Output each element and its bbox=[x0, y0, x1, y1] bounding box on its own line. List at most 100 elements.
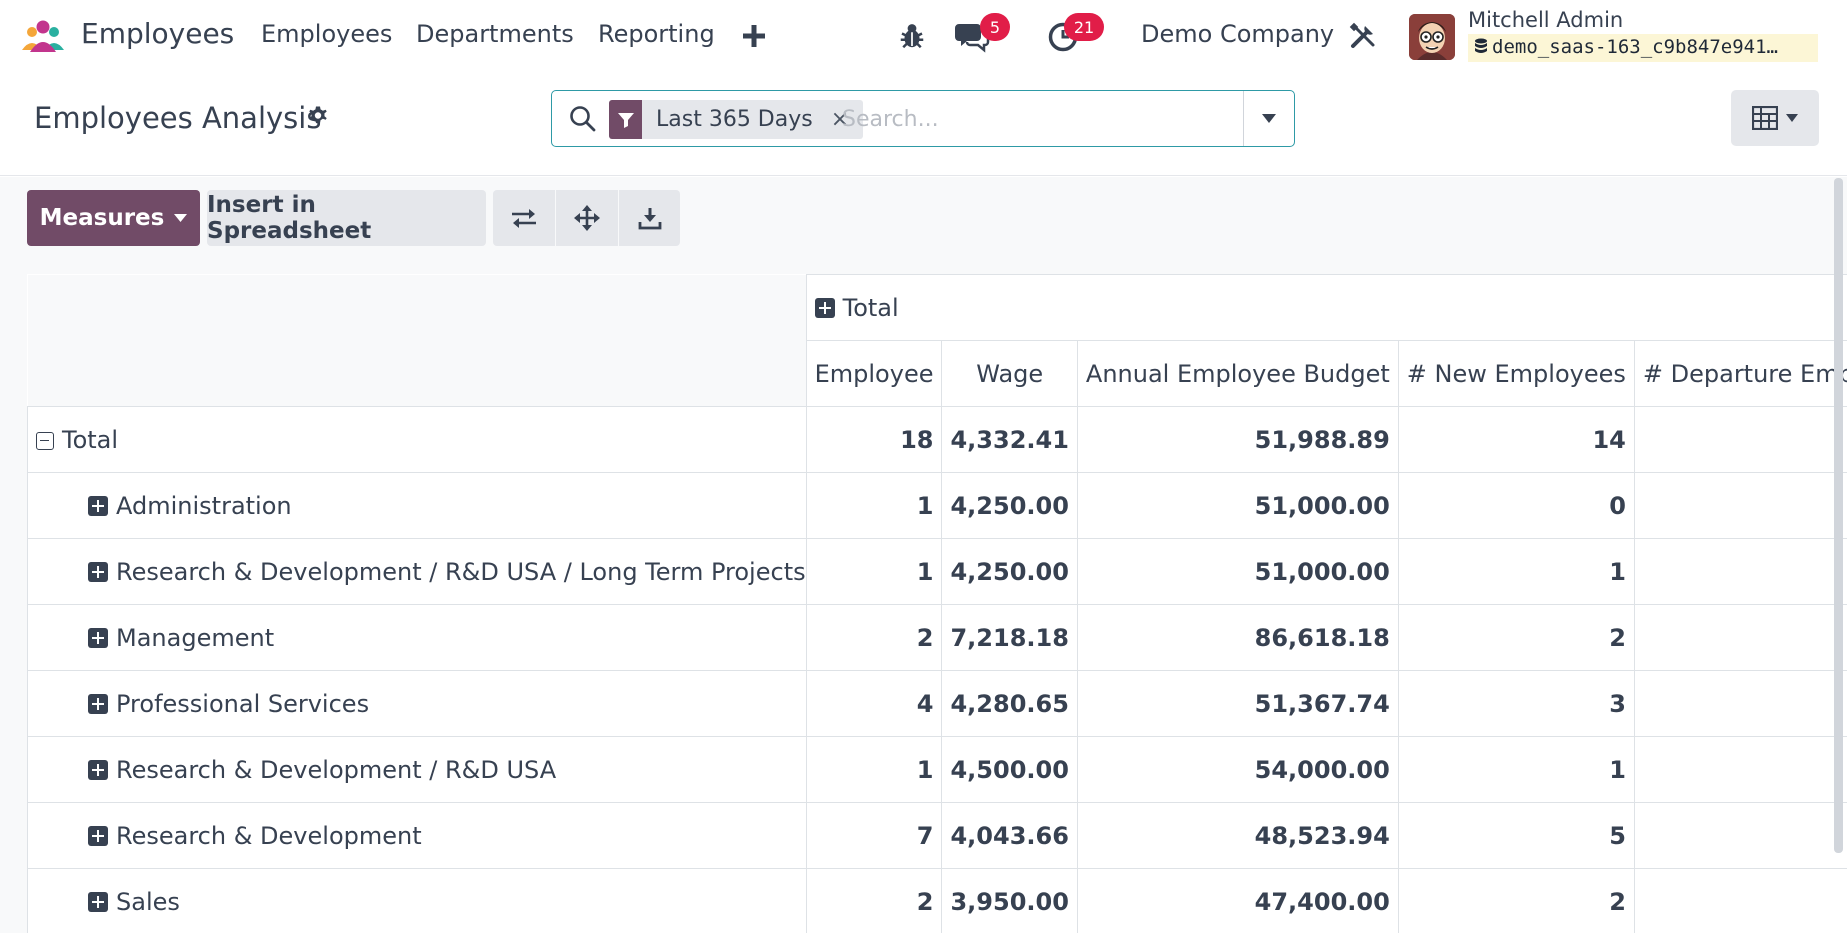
menu-departments[interactable]: Departments bbox=[416, 20, 574, 48]
collapse-minus-icon bbox=[36, 431, 54, 450]
cell[interactable]: 0 bbox=[1633, 736, 1847, 803]
database-icon bbox=[1475, 38, 1487, 53]
row-label: Research & Development / R&D USA bbox=[116, 755, 557, 784]
expand-plus-icon bbox=[88, 561, 108, 582]
cell[interactable]: 18 bbox=[805, 406, 943, 473]
measure-header-employee[interactable]: Employee bbox=[805, 340, 943, 407]
menu-reporting[interactable]: Reporting bbox=[598, 20, 715, 48]
col-group-label: Total bbox=[842, 293, 899, 322]
cell[interactable]: 51,000.00 bbox=[1076, 472, 1399, 539]
cell[interactable]: 1 bbox=[805, 736, 943, 803]
pivot-row: Research & Development / R&D USA / Long … bbox=[27, 538, 1847, 605]
row-header-research-development[interactable]: Research & Development bbox=[27, 802, 807, 869]
page-title: Employees Analysis bbox=[34, 101, 322, 135]
cell[interactable]: 14 bbox=[1397, 406, 1635, 473]
cell[interactable]: 4,332.41 bbox=[941, 406, 1078, 473]
cell[interactable]: 4,250.00 bbox=[941, 538, 1078, 605]
pivot-table: Total Employee Wage Annual Employee Budg… bbox=[27, 274, 1847, 933]
cell[interactable]: 2 bbox=[1397, 868, 1635, 933]
cell[interactable]: 51,000.00 bbox=[1076, 538, 1399, 605]
pivot-row: Administration 1 4,250.00 51,000.00 0 0 bbox=[27, 472, 1847, 539]
expand-plus-icon bbox=[814, 297, 835, 318]
cell[interactable]: 0 bbox=[1633, 604, 1847, 671]
cell[interactable]: 1 bbox=[1397, 736, 1635, 803]
vertical-scrollbar[interactable] bbox=[1834, 178, 1843, 853]
insert-in-spreadsheet-button[interactable]: Insert in Spreadsheet bbox=[207, 190, 486, 246]
cell[interactable]: 5 bbox=[1397, 802, 1635, 869]
measures-button[interactable]: Measures bbox=[27, 190, 200, 246]
cell[interactable]: 4,280.65 bbox=[941, 670, 1078, 737]
row-label: Total bbox=[62, 425, 119, 454]
expand-plus-icon bbox=[88, 825, 108, 846]
row-header-sales[interactable]: Sales bbox=[27, 868, 807, 933]
cell[interactable]: 0 bbox=[1397, 472, 1635, 539]
cell[interactable]: 0 bbox=[1633, 406, 1847, 473]
expand-plus-icon bbox=[88, 891, 108, 912]
cell[interactable]: 1 bbox=[805, 472, 943, 539]
measure-header-departure-employee[interactable]: # Departure Employee bbox=[1633, 340, 1847, 407]
menu-employees[interactable]: Employees bbox=[261, 20, 392, 48]
cell[interactable]: 0 bbox=[1633, 538, 1847, 605]
cell[interactable]: 54,000.00 bbox=[1076, 736, 1399, 803]
cell[interactable]: 2 bbox=[805, 604, 943, 671]
search-options-toggle[interactable] bbox=[1243, 91, 1294, 146]
cell[interactable]: 4,250.00 bbox=[941, 472, 1078, 539]
cell[interactable]: 4,043.66 bbox=[941, 802, 1078, 869]
caret-down-icon bbox=[1786, 114, 1798, 122]
expand-all-button[interactable] bbox=[556, 190, 618, 246]
pivot-col-header-total[interactable]: Total bbox=[805, 274, 1847, 341]
app-name[interactable]: Employees bbox=[81, 17, 234, 50]
row-header-total[interactable]: Total bbox=[27, 406, 807, 473]
row-header-management[interactable]: Management bbox=[27, 604, 807, 671]
tools-icon[interactable] bbox=[1349, 22, 1377, 50]
database-label: demo_saas-163_c9b847e941… bbox=[1492, 36, 1778, 58]
main-content: Measures Insert in Spreadsheet Total Emp… bbox=[0, 177, 1847, 933]
user-name[interactable]: Mitchell Admin bbox=[1468, 8, 1623, 32]
row-header-long-term-projects[interactable]: Research & Development / R&D USA / Long … bbox=[27, 538, 807, 605]
cell[interactable]: 1 bbox=[805, 538, 943, 605]
measure-header-wage[interactable]: Wage bbox=[941, 340, 1078, 407]
row-header-professional-services[interactable]: Professional Services bbox=[27, 670, 807, 737]
cell[interactable]: 7,218.18 bbox=[941, 604, 1078, 671]
plus-icon[interactable] bbox=[742, 24, 766, 48]
search-icon[interactable] bbox=[568, 104, 598, 134]
cell[interactable]: 7 bbox=[805, 802, 943, 869]
download-button[interactable] bbox=[619, 190, 680, 246]
cell[interactable]: 2 bbox=[1397, 604, 1635, 671]
cell[interactable]: 1 bbox=[1397, 538, 1635, 605]
row-label: Professional Services bbox=[116, 689, 370, 718]
cell[interactable]: 4,500.00 bbox=[941, 736, 1078, 803]
row-label: Research & Development bbox=[116, 821, 422, 850]
cell[interactable]: 86,618.18 bbox=[1076, 604, 1399, 671]
cell[interactable]: 0 bbox=[1633, 802, 1847, 869]
gear-icon[interactable] bbox=[306, 105, 330, 129]
avatar[interactable] bbox=[1409, 14, 1455, 60]
pivot-row-total: Total 18 4,332.41 51,988.89 14 0 bbox=[27, 406, 1847, 473]
flip-axis-button[interactable] bbox=[493, 190, 555, 246]
cell[interactable]: 51,367.74 bbox=[1076, 670, 1399, 737]
employees-app-icon[interactable] bbox=[20, 18, 68, 56]
search-input[interactable] bbox=[842, 101, 1182, 137]
cell[interactable]: 2 bbox=[805, 868, 943, 933]
view-switcher-button[interactable] bbox=[1731, 90, 1819, 146]
search-bar: Last 365 Days × bbox=[551, 90, 1295, 147]
caret-down-icon bbox=[1262, 114, 1276, 123]
measure-header-new-employees[interactable]: # New Employees bbox=[1397, 340, 1635, 407]
download-icon bbox=[638, 208, 661, 230]
cell[interactable]: 0 bbox=[1633, 670, 1847, 737]
bug-icon[interactable] bbox=[897, 21, 927, 51]
cell[interactable]: 3,950.00 bbox=[941, 868, 1078, 933]
company-switcher[interactable]: Demo Company bbox=[1141, 20, 1334, 48]
cell[interactable]: 48,523.94 bbox=[1076, 802, 1399, 869]
cell[interactable]: 51,988.89 bbox=[1076, 406, 1399, 473]
cell[interactable]: 3 bbox=[1397, 670, 1635, 737]
cell[interactable]: 47,400.00 bbox=[1076, 868, 1399, 933]
arrows-move-icon bbox=[574, 205, 600, 231]
expand-plus-icon bbox=[88, 495, 108, 516]
measure-header-annual-budget[interactable]: Annual Employee Budget bbox=[1076, 340, 1399, 407]
cell[interactable]: 4 bbox=[805, 670, 943, 737]
cell[interactable]: 0 bbox=[1633, 868, 1847, 933]
cell[interactable]: 0 bbox=[1633, 472, 1847, 539]
row-header-administration[interactable]: Administration bbox=[27, 472, 807, 539]
row-header-rd-usa[interactable]: Research & Development / R&D USA bbox=[27, 736, 807, 803]
